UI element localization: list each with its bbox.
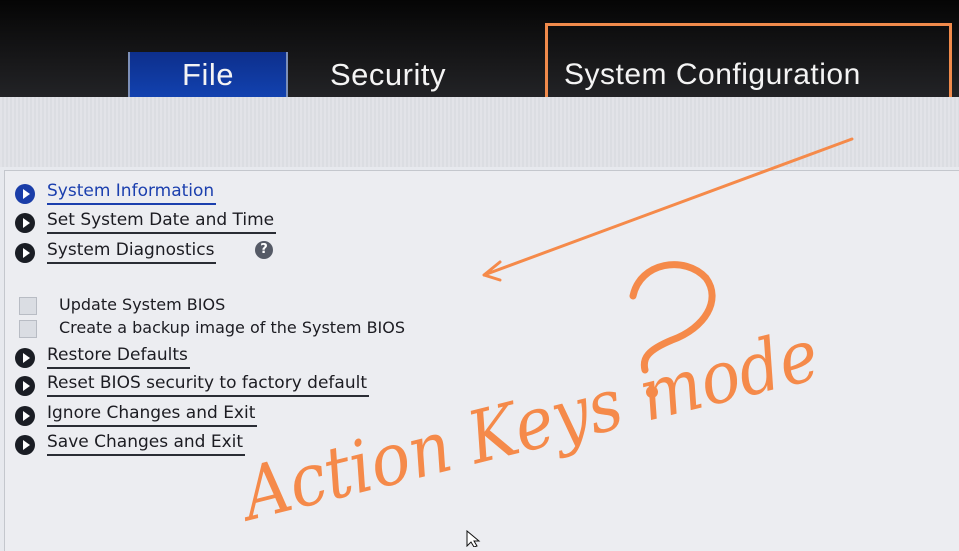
checkbox[interactable] [19, 297, 37, 315]
menu-item-label: Reset BIOS security to factory default [47, 371, 369, 397]
file-menu-panel: System Information Set System Date and T… [4, 170, 959, 551]
mouse-cursor-icon [466, 530, 481, 547]
menu-item-label: Restore Defaults [47, 343, 190, 369]
menu-item-label: System Information [47, 179, 217, 205]
checkbox[interactable] [19, 320, 37, 338]
play-circle-icon [15, 406, 35, 426]
play-circle-icon [15, 243, 35, 263]
menu-item-label: System Diagnostics [47, 238, 217, 264]
menu-item-label: Ignore Changes and Exit [47, 401, 258, 427]
menu-item-label: Set System Date and Time [47, 208, 277, 234]
play-circle-icon [15, 348, 35, 368]
play-circle-icon [15, 213, 35, 233]
tab-security[interactable]: Security [330, 52, 446, 98]
menu-item-label: Save Changes and Exit [47, 430, 246, 456]
option-label: Create a backup image of the System BIOS [59, 318, 406, 337]
tab-file[interactable]: File [128, 52, 288, 98]
play-circle-icon [15, 435, 35, 455]
header-strip [0, 97, 959, 167]
play-circle-icon [15, 376, 35, 396]
play-circle-icon [15, 184, 35, 204]
option-label: Update System BIOS [59, 295, 226, 314]
question-circle-icon[interactable]: ? [255, 241, 273, 259]
